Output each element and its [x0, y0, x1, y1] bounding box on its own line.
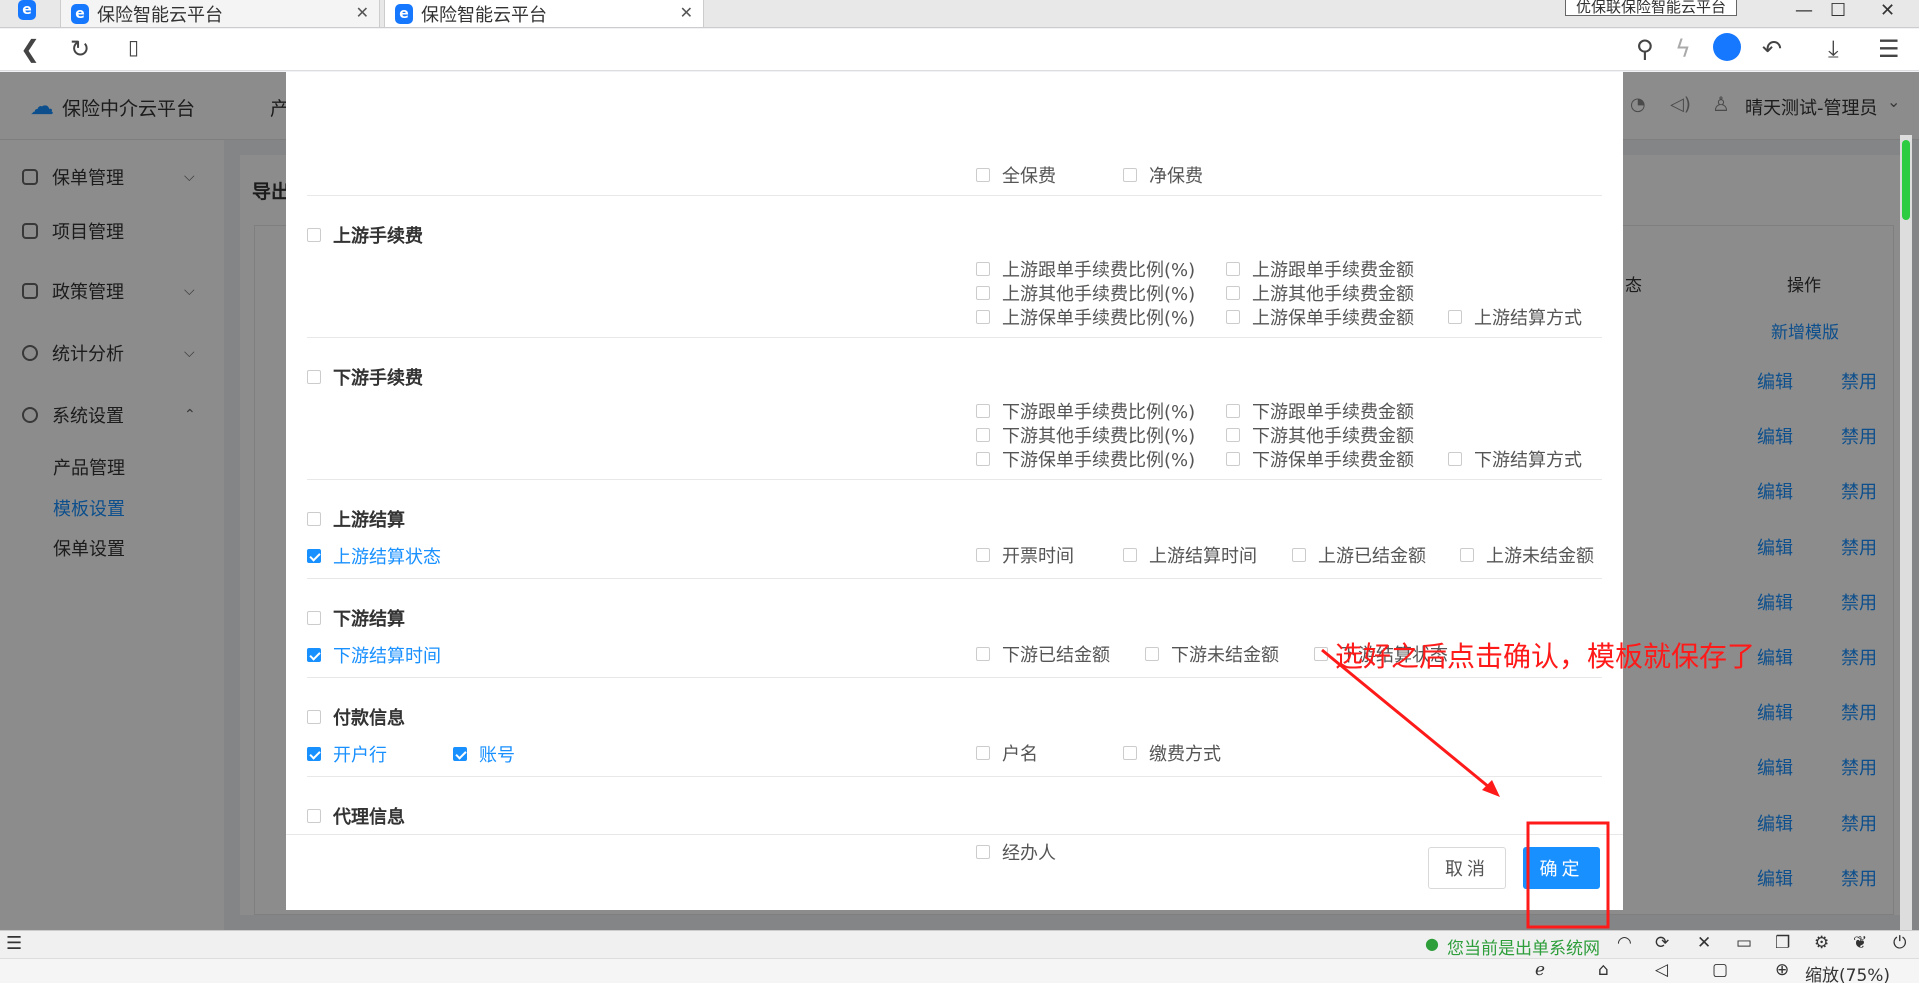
- checkbox-item[interactable]: 下游其他手续费金额: [1226, 422, 1414, 448]
- zoom-level[interactable]: 缩放(75%): [1805, 961, 1890, 983]
- window-close-icon[interactable]: ✕: [1880, 0, 1895, 21]
- browser-tab-bar: e e 保险智能云平台 ✕ e 保险智能云平台 ✕ 优保联保险智能云平台 — ☐…: [0, 0, 1919, 28]
- zoom-in-icon[interactable]: ⊕: [1775, 960, 1789, 980]
- page-icon: ▯: [128, 35, 140, 59]
- status-text: 您当前是出单系统网: [1447, 939, 1600, 959]
- checkbox-item[interactable]: 上游其他手续费金额: [1226, 280, 1414, 306]
- checkbox-item-checked[interactable]: 下游结算时间: [307, 642, 441, 668]
- site-favicon-icon: e: [395, 3, 413, 24]
- annotation-overlay: [1321, 648, 1610, 929]
- ie-icon[interactable]: ℯ: [1535, 960, 1545, 980]
- gear-icon[interactable]: ⚙: [1814, 933, 1829, 953]
- list-icon[interactable]: ☰: [6, 933, 22, 954]
- power-icon[interactable]: ⏻: [1893, 933, 1906, 953]
- browser-tab-2[interactable]: e 保险智能云平台 ✕: [384, 0, 704, 28]
- checkbox-item[interactable]: 上游其他手续费比例(%): [976, 280, 1195, 306]
- browser-e-icon[interactable]: [1713, 33, 1741, 61]
- checkbox-item[interactable]: 上游未结金额: [1460, 542, 1594, 568]
- close-icon[interactable]: ✕: [680, 3, 693, 22]
- close-icon[interactable]: ✕: [356, 3, 369, 22]
- page-scrollbar[interactable]: [1900, 135, 1912, 935]
- annotation-arrow: [1321, 648, 1496, 794]
- checkbox-item[interactable]: 下游未结金额: [1145, 641, 1279, 667]
- checkbox-item[interactable]: 下游保单手续费比例(%): [976, 446, 1195, 472]
- checkbox-net-premium[interactable]: 净保费: [1123, 162, 1203, 188]
- paw-icon[interactable]: ❦: [1853, 933, 1867, 953]
- downstream-fee-section: 下游手续费 下游跟单手续费比例(%) 下游跟单手续费金额 下游其他手续费比例(%…: [307, 338, 1602, 480]
- checkbox-item[interactable]: 上游结算时间: [1123, 542, 1257, 568]
- checkbox-item[interactable]: 上游跟单手续费金额: [1226, 256, 1414, 282]
- checkbox-item[interactable]: 上游保单手续费比例(%): [976, 304, 1195, 330]
- checkbox-item[interactable]: 上游保单手续费金额: [1226, 304, 1414, 330]
- window-icon[interactable]: ▢: [1712, 960, 1728, 980]
- annotation-highlight-box: [1526, 821, 1610, 929]
- site-favicon-icon: e: [71, 3, 89, 24]
- checkbox-item[interactable]: 下游跟单手续费比例(%): [976, 398, 1195, 424]
- checkbox-item[interactable]: 开票时间: [976, 542, 1074, 568]
- wifi-icon[interactable]: ◠: [1617, 933, 1632, 953]
- section-checkbox-payment-info[interactable]: 付款信息: [307, 704, 405, 730]
- zoom-icon[interactable]: ⚲: [1636, 35, 1654, 63]
- checkbox-full-premium[interactable]: 全保费: [976, 162, 1056, 188]
- maximize-icon[interactable]: ☐: [1830, 0, 1846, 21]
- scrollbar-thumb[interactable]: [1902, 140, 1910, 220]
- checkbox-item[interactable]: 下游结算方式: [1448, 446, 1582, 472]
- checkbox-item-checked[interactable]: 上游结算状态: [307, 543, 441, 569]
- section-checkbox-downstream-fee[interactable]: 下游手续费: [307, 364, 423, 390]
- checkbox-item[interactable]: 经办人: [976, 839, 1056, 865]
- download-icon[interactable]: ⤓: [1828, 35, 1839, 63]
- trash-icon[interactable]: ▭: [1736, 933, 1752, 953]
- tab-title: 保险智能云平台: [421, 4, 547, 26]
- checkbox-item-checked[interactable]: 账号: [453, 741, 515, 767]
- browser-toolbar: ❮ ↻ ▯ ⚲ ϟ ↶ ⤓ ☰: [0, 29, 1919, 71]
- lightning-icon[interactable]: ϟ: [1675, 35, 1691, 63]
- browser-status-bar: ☰ ● 您当前是出单系统网 ◠ ⟳ ✕ ▭ ❐ ⚙ ❦ ⏻: [0, 930, 1919, 959]
- check-circle-icon: ●: [1425, 934, 1439, 953]
- browser-logo-icon: e: [18, 0, 36, 20]
- refresh-icon[interactable]: ↻: [70, 35, 90, 63]
- section-checkbox-downstream-settlement[interactable]: 下游结算: [307, 605, 405, 631]
- undo-icon[interactable]: ↶: [1762, 35, 1782, 63]
- checkbox-item[interactable]: 户名: [976, 740, 1038, 766]
- tab-title: 保险智能云平台: [97, 4, 223, 26]
- home-icon[interactable]: ⌂: [1598, 960, 1609, 980]
- copy-icon[interactable]: ❐: [1775, 933, 1790, 953]
- back-icon[interactable]: ❮: [20, 35, 40, 63]
- close-icon[interactable]: ✕: [1697, 933, 1711, 953]
- checkbox-item[interactable]: 下游已结金额: [976, 641, 1110, 667]
- checkbox-item[interactable]: 上游结算方式: [1448, 304, 1582, 330]
- browser-bottom-bar: ℯ ⌂ ◁ ▢ ⊕ 缩放(75%): [0, 958, 1919, 983]
- checkbox-item[interactable]: 上游跟单手续费比例(%): [976, 256, 1195, 282]
- browser-ad-label[interactable]: 优保联保险智能云平台: [1565, 0, 1738, 16]
- speaker-icon[interactable]: ◁: [1655, 960, 1668, 980]
- menu-icon[interactable]: ☰: [1878, 35, 1900, 63]
- sync-icon[interactable]: ⟳: [1655, 933, 1669, 953]
- section-checkbox-agent-info[interactable]: 代理信息: [307, 803, 405, 829]
- checkbox-item[interactable]: 上游已结金额: [1292, 542, 1426, 568]
- section-checkbox-upstream-settlement[interactable]: 上游结算: [307, 506, 405, 532]
- checkbox-item[interactable]: 缴费方式: [1123, 740, 1221, 766]
- checkbox-item[interactable]: 下游其他手续费比例(%): [976, 422, 1195, 448]
- checkbox-item-checked[interactable]: 开户行: [307, 741, 387, 767]
- section-checkbox-upstream-fee[interactable]: 上游手续费: [307, 222, 423, 248]
- checkbox-item[interactable]: 下游跟单手续费金额: [1226, 398, 1414, 424]
- minimize-icon[interactable]: —: [1795, 0, 1813, 21]
- upstream-settlement-section: 上游结算 上游结算状态 开票时间 上游结算时间 上游已结金额 上游未结金额: [307, 480, 1602, 579]
- checkbox-item[interactable]: 下游保单手续费金额: [1226, 446, 1414, 472]
- upstream-fee-section: 上游手续费 上游跟单手续费比例(%) 上游跟单手续费金额 上游其他手续费比例(%…: [307, 196, 1602, 338]
- browser-tab-1[interactable]: e 保险智能云平台 ✕: [60, 0, 380, 28]
- premium-section: 全保费 净保费: [307, 72, 1602, 196]
